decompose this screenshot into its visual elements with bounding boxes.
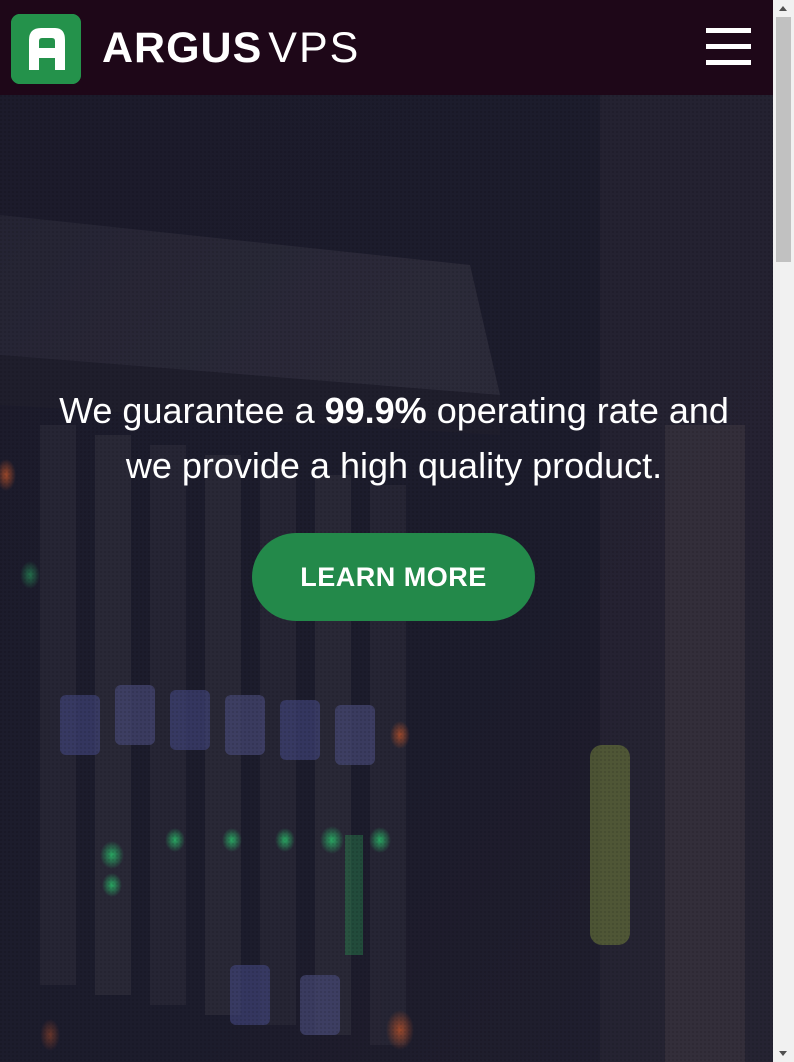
menu-bar [706,28,751,33]
page-viewport: ARGUS VPS We guarantee a 99.9% operating… [0,0,773,1062]
headline-text: We guarantee a [59,390,325,431]
top-navbar: ARGUS VPS [0,0,773,95]
learn-more-button[interactable]: LEARN MORE [252,533,535,621]
hamburger-menu-icon[interactable] [700,26,756,70]
hero-section: We guarantee a 99.9% operating rate and … [0,95,773,1062]
scrollbar-thumb[interactable] [776,17,791,262]
headline-text: we provide a high quality product. [125,445,663,486]
headline-text: operating rate and [426,390,729,431]
hero-headline: We guarantee a 99.9% operating rate and … [20,383,768,493]
brand-name-light: VPS [268,24,361,72]
scroll-down-arrow-icon[interactable] [773,1045,794,1062]
scroll-up-arrow-icon[interactable] [773,0,794,17]
vertical-scrollbar[interactable] [773,0,794,1062]
menu-bar [706,60,751,65]
argus-logo-icon[interactable] [11,14,81,84]
brand-name[interactable]: ARGUS VPS [102,20,360,76]
uptime-highlight: 99.9% [324,390,427,431]
brand-name-bold: ARGUS [102,24,263,72]
menu-bar [706,44,751,49]
